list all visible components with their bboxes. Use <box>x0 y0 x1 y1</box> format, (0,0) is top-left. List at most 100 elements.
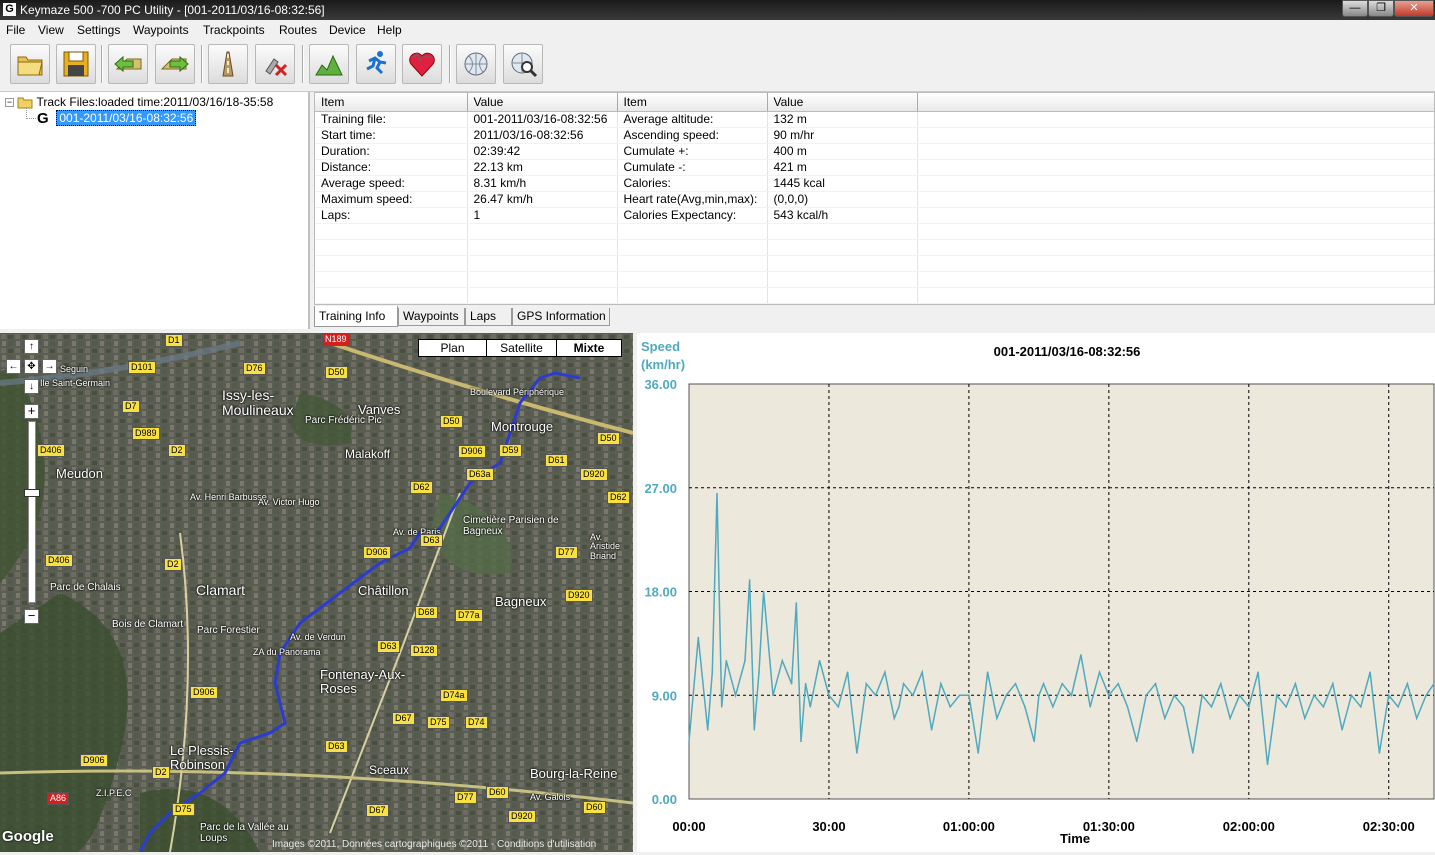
globe-search-icon[interactable] <box>503 44 543 84</box>
speed-data-point <box>1070 694 1073 697</box>
runner-speed-icon[interactable] <box>356 44 396 84</box>
menu-waypoints[interactable]: Waypoints <box>133 23 189 37</box>
table-row[interactable]: Duration: 02:39:42 Cumulate +: 400 m <box>315 143 1434 160</box>
save-disk-icon[interactable] <box>56 44 96 84</box>
speed-data-point <box>1294 682 1297 685</box>
minimize-button[interactable]: — <box>1342 0 1368 17</box>
menu-bar: File View Settings Waypoints Trackpoints… <box>0 20 1435 39</box>
speed-data-point <box>725 659 728 662</box>
altitude-chart-icon[interactable] <box>309 44 349 84</box>
map-type-satellite[interactable]: Satellite <box>487 340 557 357</box>
speed-data-point <box>837 706 840 708</box>
road-label: D50 <box>325 366 348 379</box>
map-place-label: Av. Henri Barbusse <box>190 492 267 502</box>
tree-root-label: Track Files:loaded time:2011/03/16/18-35… <box>36 95 274 109</box>
tree-item-track[interactable]: G 001-2011/03/16-08:32:56 <box>37 110 197 126</box>
table-row[interactable] <box>315 223 1434 240</box>
map-place-label: Parc Frédéric Pic <box>305 415 382 426</box>
zoom-out-button[interactable]: − <box>24 609 39 624</box>
tab-gps-information[interactable]: GPS Information <box>512 308 610 326</box>
speed-data-point <box>809 706 812 708</box>
open-folder-icon[interactable] <box>10 44 50 84</box>
menu-trackpoints[interactable]: Trackpoints <box>203 23 265 37</box>
y-axis-label: Speed <box>641 339 680 354</box>
pan-down-button[interactable]: ↓ <box>24 379 39 394</box>
training-info-panel: Item Value Item Value Training file: 001-… <box>314 92 1435 305</box>
table-row[interactable]: Maximum speed: 26.47 km/h Heart rate(Avg,m… <box>315 191 1434 208</box>
value-cell: 02:39:42 <box>467 143 618 160</box>
speed-data-point <box>1042 682 1045 685</box>
map-place-label: Clamart <box>196 582 246 598</box>
zoom-slider-handle[interactable] <box>24 489 40 497</box>
speed-data-point <box>1378 752 1381 754</box>
heart-rate-icon[interactable] <box>402 44 442 84</box>
globe-icon[interactable] <box>456 44 496 84</box>
map-copyright[interactable]: Images ©2011, Données cartographiques ©2… <box>272 839 596 850</box>
y-axis-unit: (km/hr) <box>641 357 685 372</box>
speed-data-point <box>912 694 914 697</box>
download-arrow-icon[interactable] <box>108 44 148 84</box>
table-row[interactable] <box>315 239 1434 256</box>
expand-minus-icon[interactable]: − <box>5 98 14 108</box>
speed-data-point <box>688 740 690 743</box>
speed-data-point <box>884 671 886 673</box>
road-label: A86 <box>47 792 70 805</box>
menu-device[interactable]: Device <box>329 23 366 37</box>
zoom-slider-track[interactable] <box>28 421 36 603</box>
map-place-label: Av. Aristide Briand <box>590 532 621 561</box>
menu-help[interactable]: Help <box>377 23 402 37</box>
map-type-mixte[interactable]: Mixte <box>557 340 621 357</box>
table-row[interactable]: Laps: 1 Calories Expectancy: 543 kcal/h <box>315 207 1434 224</box>
speed-data-point <box>1033 740 1035 743</box>
tab-training-info[interactable]: Training Info <box>314 306 398 327</box>
column-header-item[interactable]: Item <box>617 93 768 112</box>
table-row[interactable] <box>315 271 1434 288</box>
speed-data-point <box>856 752 858 754</box>
column-header-value[interactable]: Value <box>467 93 618 112</box>
pan-right-button[interactable]: → <box>42 359 57 374</box>
tab-laps[interactable]: Laps <box>465 308 512 326</box>
speed-data-point <box>1164 717 1166 720</box>
menu-routes[interactable]: Routes <box>279 23 317 37</box>
table-row[interactable]: Distance: 22.13 km Cumulate -: 421 m <box>315 159 1434 176</box>
speed-data-point <box>720 706 723 708</box>
speed-data-point <box>921 671 923 673</box>
pan-left-button[interactable]: ← <box>6 359 21 374</box>
zoom-in-button[interactable]: + <box>24 404 39 419</box>
table-row[interactable]: Start time: 2011/03/16-08:32:56 Ascending … <box>315 127 1434 144</box>
road-label: D77a <box>455 609 483 622</box>
menu-view[interactable]: View <box>38 23 64 37</box>
road-label: D63 <box>325 740 348 753</box>
pan-up-button[interactable]: ↑ <box>24 339 39 354</box>
speed-data-point <box>744 659 746 662</box>
map-view[interactable]: Issy-les-Moulineaux Vanves Montrouge Malako… <box>0 333 633 852</box>
menu-settings[interactable]: Settings <box>77 23 120 37</box>
table-row[interactable]: Training file: 001-2011/03/16-08:32:56 Ave… <box>315 111 1434 128</box>
column-header-value[interactable]: Value <box>767 93 918 112</box>
delete-tool-icon[interactable] <box>255 44 295 84</box>
table-row[interactable]: Average speed: 8.31 km/h Calories: 1445 kca… <box>315 175 1434 192</box>
speed-data-point <box>1257 671 1259 673</box>
item-cell: Maximum speed: <box>315 191 468 208</box>
map-place-label: Bois de Clamart <box>112 619 184 630</box>
road-label: D74a <box>440 689 468 702</box>
upload-arrow-icon[interactable] <box>155 44 195 84</box>
table-row[interactable] <box>315 287 1434 304</box>
tab-waypoints[interactable]: Waypoints <box>398 308 465 326</box>
restore-button[interactable]: ❐ <box>1368 0 1394 17</box>
speed-data-point <box>1089 706 1091 708</box>
column-header-item[interactable]: Item <box>315 93 468 112</box>
table-row[interactable] <box>315 255 1434 272</box>
close-button[interactable]: ✕ <box>1394 0 1434 17</box>
map-type-plan[interactable]: Plan <box>419 340 487 357</box>
road-label: D50 <box>597 432 620 445</box>
speed-data-point <box>949 706 951 708</box>
value-cell: 132 m <box>767 111 918 128</box>
map-place-label: Châtillon <box>358 583 409 598</box>
export-road-icon[interactable] <box>208 44 248 84</box>
speed-data-point <box>1248 706 1250 708</box>
menu-file[interactable]: File <box>6 23 25 37</box>
tree-root[interactable]: − Track Files:loaded time:2011/03/16/18-… <box>5 95 273 109</box>
pan-center-button[interactable]: ✥ <box>24 359 39 374</box>
map-logo: Google <box>2 828 54 845</box>
